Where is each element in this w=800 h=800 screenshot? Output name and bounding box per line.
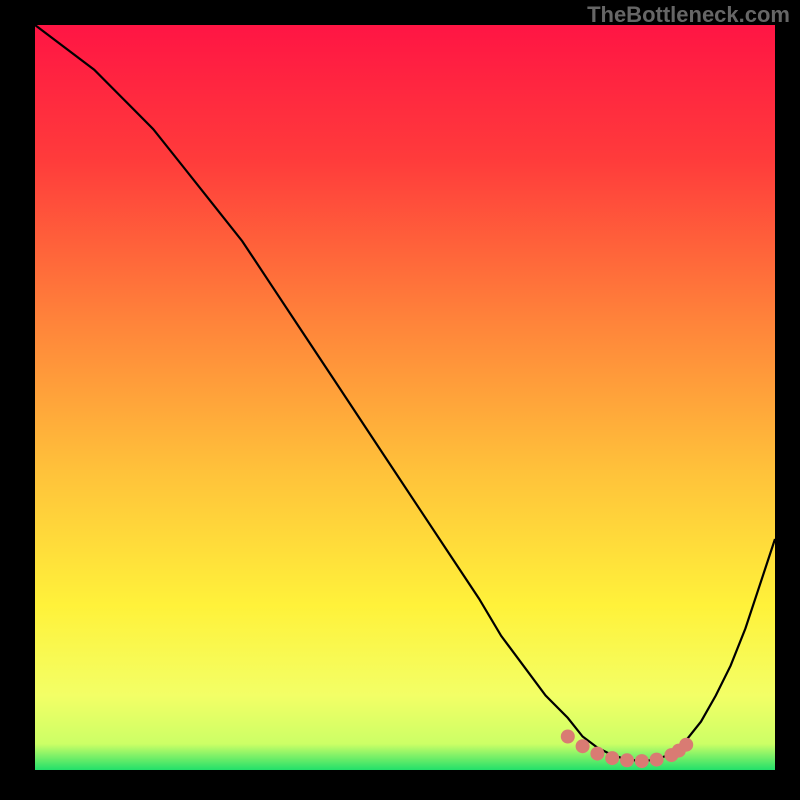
highlight-dot: [561, 730, 575, 744]
highlight-dot: [605, 751, 619, 765]
highlight-dot: [650, 753, 664, 767]
highlight-dot: [590, 747, 604, 761]
watermark-text: TheBottleneck.com: [587, 2, 790, 28]
highlight-dot: [679, 738, 693, 752]
chart-plot-area: [35, 25, 775, 770]
highlight-dot: [576, 739, 590, 753]
chart-svg: [0, 0, 800, 800]
chart-container: TheBottleneck.com: [0, 0, 800, 800]
highlight-dot: [620, 753, 634, 767]
highlight-dot: [635, 754, 649, 768]
